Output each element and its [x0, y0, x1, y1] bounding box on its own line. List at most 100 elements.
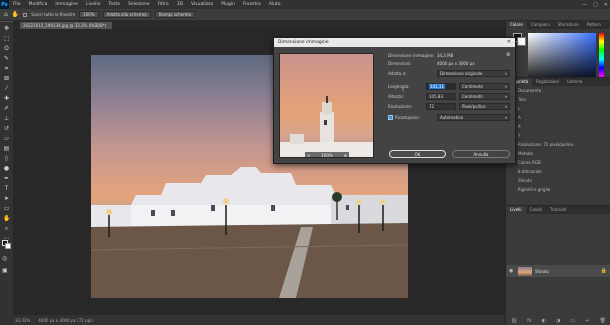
menu-file[interactable]: File	[9, 2, 25, 7]
fx-icon[interactable]: fx	[527, 318, 532, 324]
crop-tool-icon[interactable]: ⌗	[3, 66, 10, 72]
height-unit-select[interactable]: Centimetri	[459, 93, 510, 100]
menu-plugin[interactable]: Plugin	[217, 2, 239, 7]
fit-screen-button[interactable]: Adatta allo schermo	[102, 11, 151, 18]
dialog-title: Dimensione immagine	[278, 40, 329, 45]
tab-tracciati[interactable]: Tracciati	[546, 206, 571, 214]
resolution-input[interactable]: 72	[426, 103, 456, 110]
preview-tower	[280, 96, 373, 157]
move-tool-icon[interactable]: ✥	[3, 26, 10, 32]
brush-tool-icon[interactable]: ✐	[3, 106, 10, 112]
menu-testo[interactable]: Testo	[104, 2, 124, 7]
properties-panel: Proprietà Regolazioni Librerie Documento…	[506, 77, 610, 205]
adjustment-icon[interactable]: ◑	[556, 318, 560, 324]
dimensions-label: Dimensioni:	[388, 61, 412, 66]
minimize-icon[interactable]: —	[582, 2, 587, 8]
screen-mode-icon[interactable]: ▣	[2, 267, 8, 274]
resample-select[interactable]: Automatica	[437, 114, 510, 121]
zoom-tool-icon[interactable]: ⌕	[3, 226, 10, 232]
tab-pattern[interactable]: Pattern	[583, 21, 605, 29]
trash-icon[interactable]: 🗑	[600, 318, 606, 324]
window-close-icon[interactable]: ✕	[604, 2, 608, 8]
properties-row: Y	[518, 133, 521, 138]
pen-tool-icon[interactable]: ✒	[3, 176, 10, 182]
menu-selezione[interactable]: Selezione	[124, 2, 154, 7]
dodge-tool-icon[interactable]: ●	[3, 166, 10, 172]
tab-colore[interactable]: Colore	[506, 21, 527, 29]
quick-mask-icon[interactable]: ◎	[2, 255, 7, 262]
path-selection-tool-icon[interactable]: ➤	[3, 196, 10, 202]
menu-aiuto[interactable]: Aiuto	[265, 2, 285, 7]
resolution-unit-value: Pixel/pollice	[462, 104, 486, 109]
hand-tool-icon[interactable]: ✋	[12, 11, 19, 18]
rectangle-tool-icon[interactable]: ▭	[3, 206, 10, 212]
fit-to-select[interactable]: Dimensione originale	[437, 70, 510, 77]
type-tool-icon[interactable]: T	[3, 186, 10, 192]
link-layers-icon[interactable]: ⛓	[511, 318, 517, 324]
tab-livelli[interactable]: Livelli	[506, 206, 526, 214]
preview-zoom-value: 100%	[321, 152, 333, 158]
close-icon[interactable]: ✕	[507, 38, 511, 47]
history-brush-tool-icon[interactable]: ↺	[3, 126, 10, 132]
menu-visualizza[interactable]: Visualizza	[187, 2, 217, 7]
width-label: Larghezza:	[388, 84, 410, 89]
eyedropper-tool-icon[interactable]: ⁄	[3, 86, 10, 92]
scroll-all-checkbox[interactable]	[23, 12, 28, 17]
fill-screen-button[interactable]: Riempi schermo	[154, 11, 196, 18]
tab-campioni[interactable]: Campioni	[527, 21, 554, 29]
zoom-in-icon[interactable]: ⊕	[344, 153, 347, 158]
background-color-swatch[interactable]	[5, 243, 11, 249]
zoom-out-icon[interactable]: ⊖	[307, 153, 310, 158]
menu-finestra[interactable]: Finestra	[239, 2, 265, 7]
menu-modifica[interactable]: Modifica	[25, 2, 52, 7]
properties-row: 8 bit/canale	[518, 169, 542, 174]
dimensions-value: 4000 px x 3000 px	[437, 61, 475, 66]
panel-background-chip[interactable]	[517, 37, 526, 46]
eye-icon[interactable]: ◉	[509, 268, 515, 274]
home-icon[interactable]: ⌂	[4, 11, 8, 18]
resolution-label: Risoluzione:	[388, 104, 413, 109]
marquee-tool-icon[interactable]: ⬚	[3, 36, 10, 42]
menu-filtro[interactable]: Filtro	[154, 2, 173, 7]
resample-checkbox[interactable]: ✓	[388, 115, 393, 120]
lock-icon: 🔒	[600, 268, 607, 274]
document-tab[interactable]: 20221012_190134.jpg @ 33,3% (RGB/8*)	[20, 22, 112, 29]
healing-brush-tool-icon[interactable]: ✚	[3, 96, 10, 102]
lasso-tool-icon[interactable]: ʘ	[3, 46, 10, 52]
tab-regolazioni[interactable]: Regolazioni	[532, 78, 563, 86]
scroll-all-label: Scorri tutte le finestre	[31, 12, 76, 17]
clone-stamp-tool-icon[interactable]: ⊥	[3, 116, 10, 122]
mask-icon[interactable]: ◐	[542, 318, 546, 324]
tab-sfumature[interactable]: Sfumature	[554, 21, 583, 29]
tab-canali[interactable]: Canali	[526, 206, 546, 214]
menu-livello[interactable]: Livello	[82, 2, 104, 7]
cancel-button[interactable]: Annulla	[452, 150, 510, 158]
quick-select-tool-icon[interactable]: ✎	[3, 56, 10, 62]
height-input[interactable]: 105,83	[426, 93, 456, 100]
blur-tool-icon[interactable]: ◊	[3, 156, 10, 162]
eraser-tool-icon[interactable]: ▱	[3, 136, 10, 142]
options-bar: ⌂ ✋ Scorri tutte le finestre 100% Adatta…	[0, 9, 610, 21]
group-icon[interactable]: ▭	[570, 318, 575, 324]
frame-tool-icon[interactable]: ⊠	[3, 76, 10, 82]
dialog-preview[interactable]: ⊖ 100% ⊕	[279, 53, 374, 158]
gradient-tool-icon[interactable]: ▤	[3, 146, 10, 152]
width-input[interactable]: 141,11	[426, 83, 456, 90]
properties-row[interactable]: Righelli e griglie	[506, 185, 610, 194]
menu-immagine[interactable]: Immagine	[51, 2, 82, 7]
tab-librerie[interactable]: Librerie	[563, 78, 586, 86]
maximize-icon[interactable]: ▢	[593, 2, 598, 8]
ok-button[interactable]: OK	[389, 150, 446, 158]
resample-value: Automatica	[440, 115, 463, 120]
hand-tool-icon[interactable]: ✋	[3, 216, 10, 222]
status-bar: 33,33% 4000 px x 3000 px (72 ppi)	[0, 315, 505, 325]
status-zoom[interactable]: 33,33%	[15, 318, 30, 323]
width-unit-select[interactable]: Centimetri	[459, 83, 510, 90]
resolution-unit-select[interactable]: Pixel/pollice	[459, 103, 510, 110]
layer-row[interactable]: ◉ Sfondo 🔒	[506, 265, 610, 277]
height-value: 105,83	[429, 94, 443, 99]
zoom-100-button[interactable]: 100%	[79, 11, 99, 18]
gear-icon[interactable]: ⚙	[506, 52, 510, 58]
menu-3d[interactable]: 3D	[173, 2, 187, 7]
new-layer-icon[interactable]: ＋	[585, 317, 590, 324]
